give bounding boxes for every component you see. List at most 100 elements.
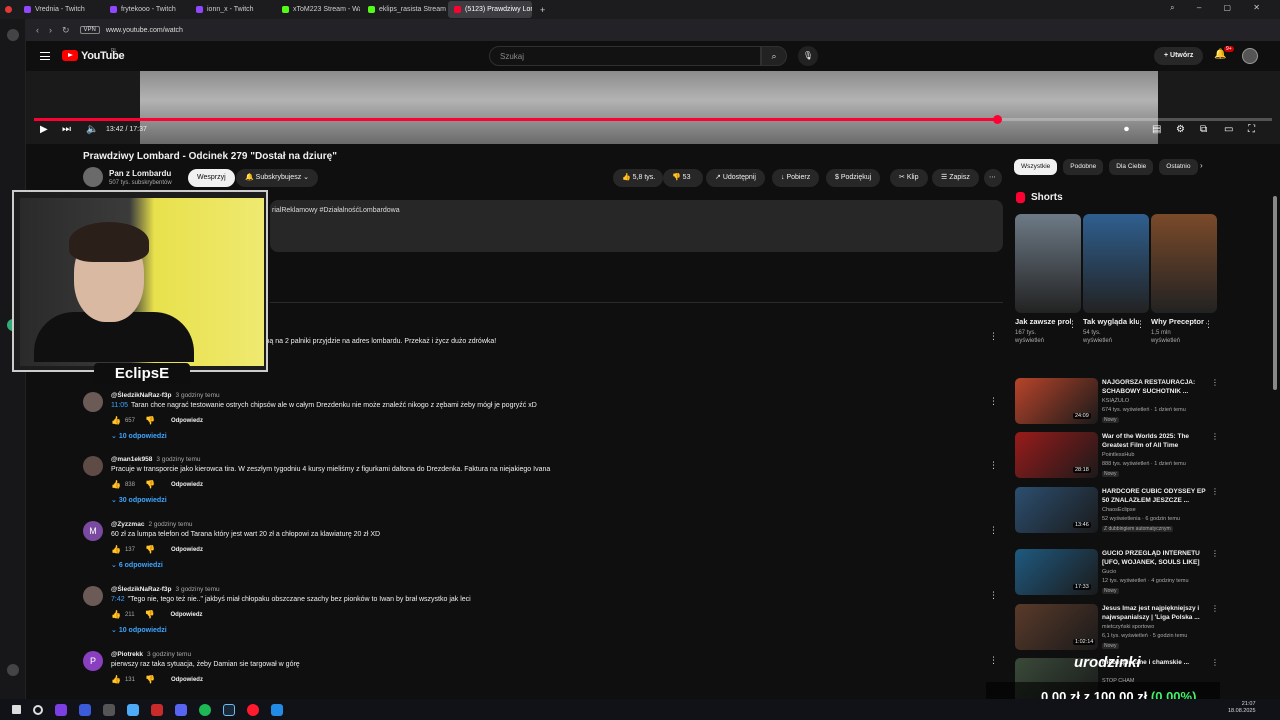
channel-avatar[interactable]: [83, 167, 103, 187]
fullscreen-icon[interactable]: ⛶: [1248, 124, 1255, 135]
browser-menu-icon[interactable]: [2, 1, 16, 18]
search-icon[interactable]: [33, 704, 43, 715]
taskbar-app-icon[interactable]: [271, 703, 283, 716]
comment-time[interactable]: 3 godziny temu: [176, 586, 220, 593]
subscribe-button[interactable]: 🔔 Subskrybujesz ⌄: [236, 169, 319, 187]
comment-timestamp-link[interactable]: 11:05: [111, 402, 128, 409]
taskbar-app-icon[interactable]: [151, 703, 163, 716]
comment-author[interactable]: @ŚledzikNaRaz-f3p 3 godziny temu: [111, 392, 220, 399]
comment-author[interactable]: @ŚledzikNaRaz-f3p 3 godziny temu: [111, 586, 220, 593]
short-title[interactable]: Jak zawsze problem z ...: [1015, 317, 1071, 326]
system-clock[interactable]: 21:07 18.08.2025: [1228, 701, 1256, 715]
view-replies-button[interactable]: ⌄ 10 odpowiedzi: [111, 626, 167, 634]
video-title[interactable]: War of the Worlds 2025: The Greatest Fil…: [1102, 432, 1210, 450]
comment-author-name[interactable]: @man1ek958: [111, 456, 152, 463]
commenter-avatar[interactable]: M: [83, 521, 103, 541]
account-avatar[interactable]: [1242, 48, 1258, 64]
recommended-video[interactable]: 24:09 NAJGORSZA RESTAURACJA: SCHABOWY SUC…: [1015, 378, 1220, 430]
like-button[interactable]: 👍 5,8 tys.: [613, 169, 663, 187]
recommended-video[interactable]: 28:18 War of the Worlds 2025: The Greates…: [1015, 432, 1220, 484]
comment-author-name[interactable]: @Piotrekk: [111, 651, 143, 658]
video-frame[interactable]: [140, 71, 1158, 144]
sidebar-settings-icon[interactable]: [7, 664, 19, 676]
download-button[interactable]: ↓ Pobierz: [772, 169, 820, 187]
video-menu-icon[interactable]: ⋮: [1211, 432, 1219, 441]
comment-menu-icon[interactable]: ⋮: [989, 590, 998, 601]
filter-chip[interactable]: Ostatnio: [1159, 159, 1198, 175]
comment-menu-icon[interactable]: ⋮: [989, 525, 998, 536]
view-replies-button[interactable]: ⌄ 10 odpowiedzi: [111, 432, 167, 440]
settings-icon[interactable]: ⚙: [1176, 124, 1185, 135]
comment-menu-icon[interactable]: ⋮: [989, 460, 998, 471]
progress-bar[interactable]: [34, 115, 1272, 124]
recommended-video[interactable]: 13:46 HARDCORE CUBIC ODYSSEY EP 50 ZNALAZ…: [1015, 487, 1220, 539]
browser-tab[interactable]: eklips_rasista Stream - Ki: [362, 1, 446, 18]
thumb-up-icon[interactable]: 👍: [111, 610, 121, 619]
video-menu-icon[interactable]: ⋮: [1211, 487, 1219, 496]
browser-tab[interactable]: frytekooo - Twitch: [104, 1, 188, 18]
share-button[interactable]: ↗ Udostępnij: [706, 169, 765, 187]
filter-chip[interactable]: Podobne: [1063, 159, 1104, 175]
spotify-icon[interactable]: [199, 703, 211, 716]
video-title[interactable]: GUCIO PRZEGLĄD INTERNETU [UFO, WOJANEK, …: [1102, 549, 1210, 567]
reply-button[interactable]: Odpowiedz: [171, 418, 203, 424]
play-icon[interactable]: ▶: [40, 124, 48, 135]
comment-timestamp-link[interactable]: 7:42: [111, 596, 125, 603]
recommended-video[interactable]: 1:02:14 Jesus Imaz jest najpiękniejszy i …: [1015, 604, 1220, 656]
short-thumbnail[interactable]: [1151, 214, 1217, 313]
reply-button[interactable]: Odpowiedz: [171, 677, 203, 683]
comment-menu-icon[interactable]: ⋮: [989, 655, 998, 666]
steam-icon[interactable]: [223, 703, 235, 716]
clip-button[interactable]: ✂ Klip: [890, 169, 928, 187]
save-button[interactable]: ☰ Zapisz: [932, 169, 979, 187]
reply-button[interactable]: Odpowiedz: [171, 612, 203, 618]
comment-menu-icon[interactable]: ⋮: [989, 331, 998, 342]
page-scrollbar[interactable]: [1273, 196, 1277, 390]
thanks-button[interactable]: $ Podziękuj: [826, 169, 881, 187]
comment-author[interactable]: @Zyzzmac 2 godziny temu: [111, 521, 193, 528]
thumb-up-icon[interactable]: 👍: [111, 675, 121, 684]
video-menu-icon[interactable]: ⋮: [1211, 658, 1219, 667]
taskbar-app-icon[interactable]: [79, 703, 91, 716]
discord-icon[interactable]: [175, 703, 187, 716]
opera-icon[interactable]: [247, 703, 259, 716]
menu-icon[interactable]: [40, 52, 50, 60]
video-title[interactable]: HARDCORE CUBIC ODYSSEY EP 50 ZNALAZŁEM J…: [1102, 487, 1210, 505]
comment-author-name[interactable]: @Zyzzmac: [111, 521, 144, 528]
back-icon[interactable]: ‹: [36, 25, 39, 35]
thumb-up-icon[interactable]: 👍: [111, 480, 121, 489]
thumb-up-icon[interactable]: 👍: [111, 416, 121, 425]
view-replies-button[interactable]: ⌄ 6 odpowiedzi: [111, 561, 163, 569]
comment-author-name[interactable]: @ŚledzikNaRaz-f3p: [111, 392, 172, 399]
miniplayer-icon[interactable]: ⧉: [1200, 124, 1207, 135]
short-menu-icon[interactable]: ⋮: [1068, 319, 1077, 330]
browser-window-controls[interactable]: ⌕ – ▢ ✕: [1170, 3, 1270, 13]
taskbar-app-icon[interactable]: [103, 703, 115, 716]
reply-button[interactable]: Odpowiedz: [171, 482, 203, 488]
video-menu-icon[interactable]: ⋮: [1211, 378, 1219, 387]
short-thumbnail[interactable]: [1083, 214, 1149, 313]
short-title[interactable]: Tak wygląda klub z 1. Li...: [1083, 317, 1139, 326]
video-channel[interactable]: KSIĄŻULO: [1102, 398, 1129, 404]
video-title[interactable]: Jesus Imaz jest najpiękniejszy i najwspa…: [1102, 604, 1210, 622]
commenter-avatar[interactable]: [83, 456, 103, 476]
commenter-avatar[interactable]: [83, 586, 103, 606]
comment-time[interactable]: 3 godziny temu: [156, 456, 200, 463]
filter-chip[interactable]: Dla Ciebie: [1109, 159, 1154, 175]
recommended-video[interactable]: 17:33 GUCIO PRZEGLĄD INTERNETU [UFO, WOJA…: [1015, 549, 1220, 601]
autoplay-toggle[interactable]: ⏺: [1124, 124, 1129, 135]
thumb-up-icon[interactable]: 👍: [111, 545, 121, 554]
comment-menu-icon[interactable]: ⋮: [989, 396, 998, 407]
youtube-logo-icon[interactable]: [62, 50, 78, 61]
comment-time[interactable]: 2 godziny temu: [148, 521, 192, 528]
browser-tab[interactable]: Vrednia - Twitch: [18, 1, 102, 18]
more-actions-icon[interactable]: ⋯: [984, 169, 1002, 187]
view-replies-button[interactable]: ⌄ 30 odpowiedzi: [111, 496, 167, 504]
comment-author[interactable]: @man1ek958 3 godziny temu: [111, 456, 201, 463]
thumb-down-icon[interactable]: 👎: [145, 610, 155, 619]
short-title[interactable]: Why Preceptor ...: [1151, 317, 1207, 326]
commenter-avatar[interactable]: [83, 392, 103, 412]
thumb-down-icon[interactable]: 👎: [145, 416, 155, 425]
browser-tab[interactable]: ionn_x - Twitch: [190, 1, 274, 18]
search-icon[interactable]: ⌕: [761, 46, 787, 66]
